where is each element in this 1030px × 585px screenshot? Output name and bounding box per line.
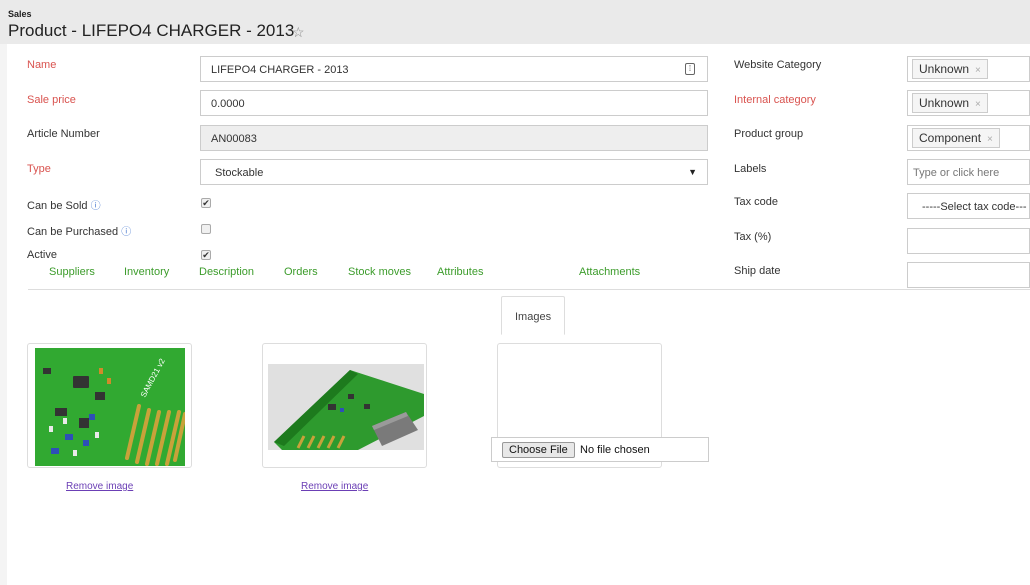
- product-image-pcb-angle: [268, 364, 424, 450]
- type-select[interactable]: Stockable ▼: [200, 159, 708, 185]
- sale-price-input[interactable]: 0.0000: [200, 90, 708, 116]
- tab-bar: Suppliers Inventory Description Orders S…: [28, 252, 1030, 335]
- tab-attributes[interactable]: Attributes: [437, 252, 483, 290]
- name-label: Name: [27, 59, 57, 71]
- category-tag: Unknown ×: [912, 59, 988, 79]
- tab-inventory[interactable]: Inventory: [124, 252, 169, 290]
- file-upload-field[interactable]: Choose File No file chosen: [491, 437, 709, 462]
- tab-attachments[interactable]: Attachments: [579, 252, 640, 290]
- close-icon[interactable]: ×: [975, 99, 981, 110]
- help-circle-icon[interactable]: ⓘ: [121, 227, 131, 238]
- type-label: Type: [27, 163, 51, 175]
- tax-code-select[interactable]: -----Select tax code---: [907, 193, 1030, 219]
- close-icon[interactable]: ×: [987, 134, 993, 145]
- image-card: SAMD21 v2: [27, 343, 192, 468]
- can-be-sold-checkbox[interactable]: ✔: [201, 198, 211, 208]
- sale-price-label: Sale price: [27, 94, 76, 106]
- name-input[interactable]: LIFEPO4 CHARGER - 2013 ⁞: [200, 56, 708, 82]
- page-title: Product - LIFEPO4 CHARGER - 2013: [8, 21, 295, 40]
- product-group-field[interactable]: Component ×: [907, 125, 1030, 151]
- module-name: Sales: [8, 9, 32, 19]
- no-file-text: No file chosen: [580, 444, 650, 456]
- image-card: [262, 343, 427, 468]
- tax-label: Tax (%): [734, 231, 772, 243]
- tab-images[interactable]: Images: [501, 296, 566, 335]
- tab-description[interactable]: Description: [199, 252, 254, 290]
- can-be-sold-label: Can be Sold ⓘ: [27, 200, 101, 212]
- labels-label: Labels: [734, 163, 767, 175]
- tax-code-label: Tax code: [734, 196, 779, 208]
- article-number-label: Article Number: [27, 128, 100, 140]
- page-header: Sales Product - LIFEPO4 CHARGER - 2013 ☆: [0, 0, 1030, 44]
- close-icon[interactable]: ×: [975, 65, 981, 76]
- website-category-label: Website Category: [734, 59, 822, 71]
- choose-file-button[interactable]: Choose File: [502, 442, 575, 458]
- can-be-purchased-checkbox[interactable]: [201, 224, 211, 234]
- product-image-pcb-top: SAMD21 v2: [35, 348, 185, 466]
- internal-category-field[interactable]: Unknown ×: [907, 90, 1030, 116]
- tax-input[interactable]: [907, 228, 1030, 254]
- category-tag: Unknown ×: [912, 93, 988, 113]
- can-be-purchased-label: Can be Purchased ⓘ: [27, 226, 132, 238]
- product-group-label: Product group: [734, 128, 804, 140]
- help-circle-icon[interactable]: ⓘ: [91, 201, 101, 212]
- tab-stock-moves[interactable]: Stock moves: [348, 252, 411, 290]
- website-category-field[interactable]: Unknown ×: [907, 56, 1030, 82]
- field-edit-icon[interactable]: ⁞: [685, 63, 695, 75]
- product-group-tag: Component ×: [912, 128, 1000, 148]
- remove-image-link[interactable]: Remove image: [301, 481, 368, 492]
- labels-input[interactable]: Type or click here: [907, 159, 1030, 185]
- internal-category-label: Internal category: [734, 94, 816, 106]
- tab-orders[interactable]: Orders: [284, 252, 318, 290]
- tab-suppliers[interactable]: Suppliers: [49, 252, 95, 290]
- dropdown-caret-icon: ▼: [688, 167, 697, 177]
- remove-image-link[interactable]: Remove image: [66, 481, 133, 492]
- article-number-input[interactable]: AN00083: [200, 125, 708, 151]
- star-icon[interactable]: ☆: [292, 24, 305, 41]
